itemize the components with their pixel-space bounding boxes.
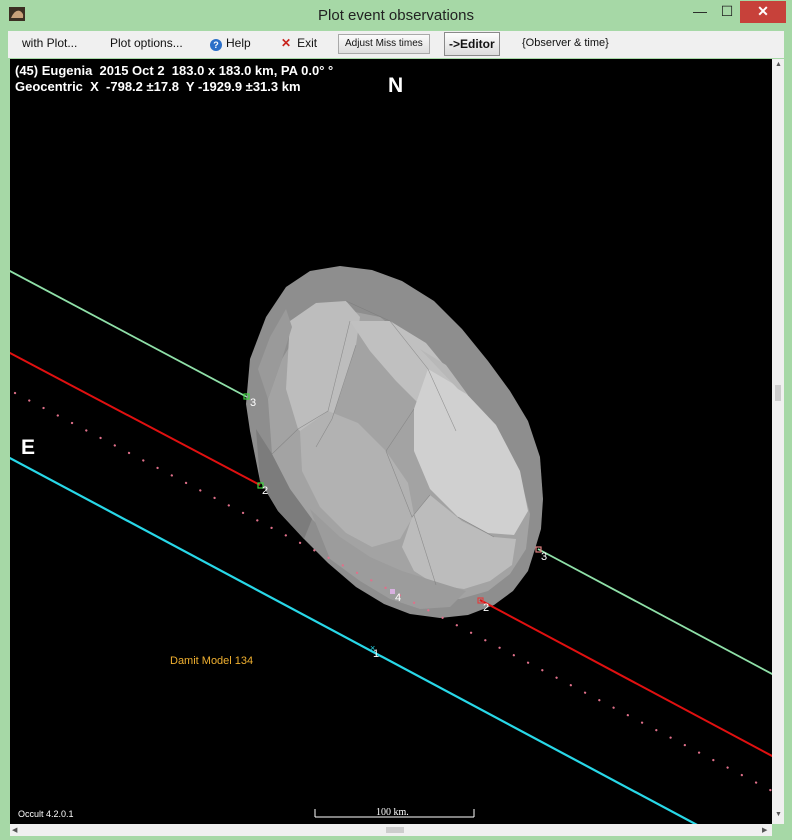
- chord-3-label-west: 3: [250, 397, 257, 409]
- toolbar: with Plot... Plot options... ? Help ✕ Exit…: [8, 31, 784, 58]
- north-label: N: [388, 74, 404, 97]
- chord-1-label: 1: [373, 648, 380, 660]
- scale-label: 100 km.: [376, 807, 409, 818]
- vertical-scrollbar[interactable]: ▲ ▼: [772, 59, 784, 824]
- chord-3-label-east: 3: [541, 551, 548, 563]
- event-header-line2: Geocentric X -798.2 ±17.8 Y -1929.9 ±31.…: [15, 79, 301, 94]
- help-label: Help: [226, 36, 251, 50]
- horizontal-scrollbar[interactable]: ◀ ▶: [10, 824, 772, 836]
- version-label: Occult 4.2.0.1: [18, 809, 74, 819]
- editor-button[interactable]: ->Editor: [444, 32, 500, 56]
- exit-label: Exit: [297, 36, 318, 50]
- model-label: Damit Model 134: [170, 655, 254, 667]
- exit-icon: ✕: [281, 36, 292, 50]
- scroll-right-icon[interactable]: ▶: [762, 826, 767, 834]
- chord-3-green-east: [537, 548, 772, 675]
- vertical-scroll-thumb[interactable]: [775, 385, 781, 401]
- close-button[interactable]: ✕: [740, 1, 786, 23]
- window-title: Plot event observations: [318, 7, 474, 24]
- chord-2-label-west: 2: [262, 485, 269, 497]
- asteroid-shape-model: [246, 266, 543, 618]
- scroll-down-icon[interactable]: ▼: [775, 811, 782, 818]
- help-menu[interactable]: ? Help: [210, 31, 251, 58]
- chord-3-green-west: [10, 270, 248, 398]
- plot-svg: ×: [10, 266, 772, 824]
- event-header-line1: (45) Eugenia 2015 Oct 2 183.0 x 183.0 km…: [15, 63, 334, 78]
- help-icon: ?: [210, 39, 222, 51]
- chord-4-label: 4: [395, 592, 402, 604]
- exit-menu[interactable]: ✕ Exit: [281, 31, 317, 58]
- chord-2-label-east: 2: [483, 602, 490, 614]
- adjust-miss-times-button[interactable]: Adjust Miss times: [338, 34, 430, 54]
- scroll-left-icon[interactable]: ◀: [12, 826, 17, 834]
- plot-canvas[interactable]: × (45) Eugenia 2015 Oct 2 183.0 x 183.0 …: [10, 59, 772, 824]
- maximize-button[interactable]: ☐: [714, 1, 740, 23]
- plot-options-menu[interactable]: Plot options...: [110, 31, 183, 58]
- horizontal-scroll-thumb[interactable]: [386, 827, 404, 833]
- east-label: E: [21, 436, 36, 459]
- scroll-up-icon[interactable]: ▲: [775, 61, 782, 68]
- chord-2-red-west: [10, 351, 261, 486]
- minimize-button[interactable]: —: [686, 1, 714, 23]
- title-bar: Plot event observations — ☐ ✕: [0, 0, 792, 31]
- with-plot-menu[interactable]: with Plot...: [22, 31, 77, 58]
- observer-time-menu[interactable]: {Observer & time}: [522, 31, 609, 58]
